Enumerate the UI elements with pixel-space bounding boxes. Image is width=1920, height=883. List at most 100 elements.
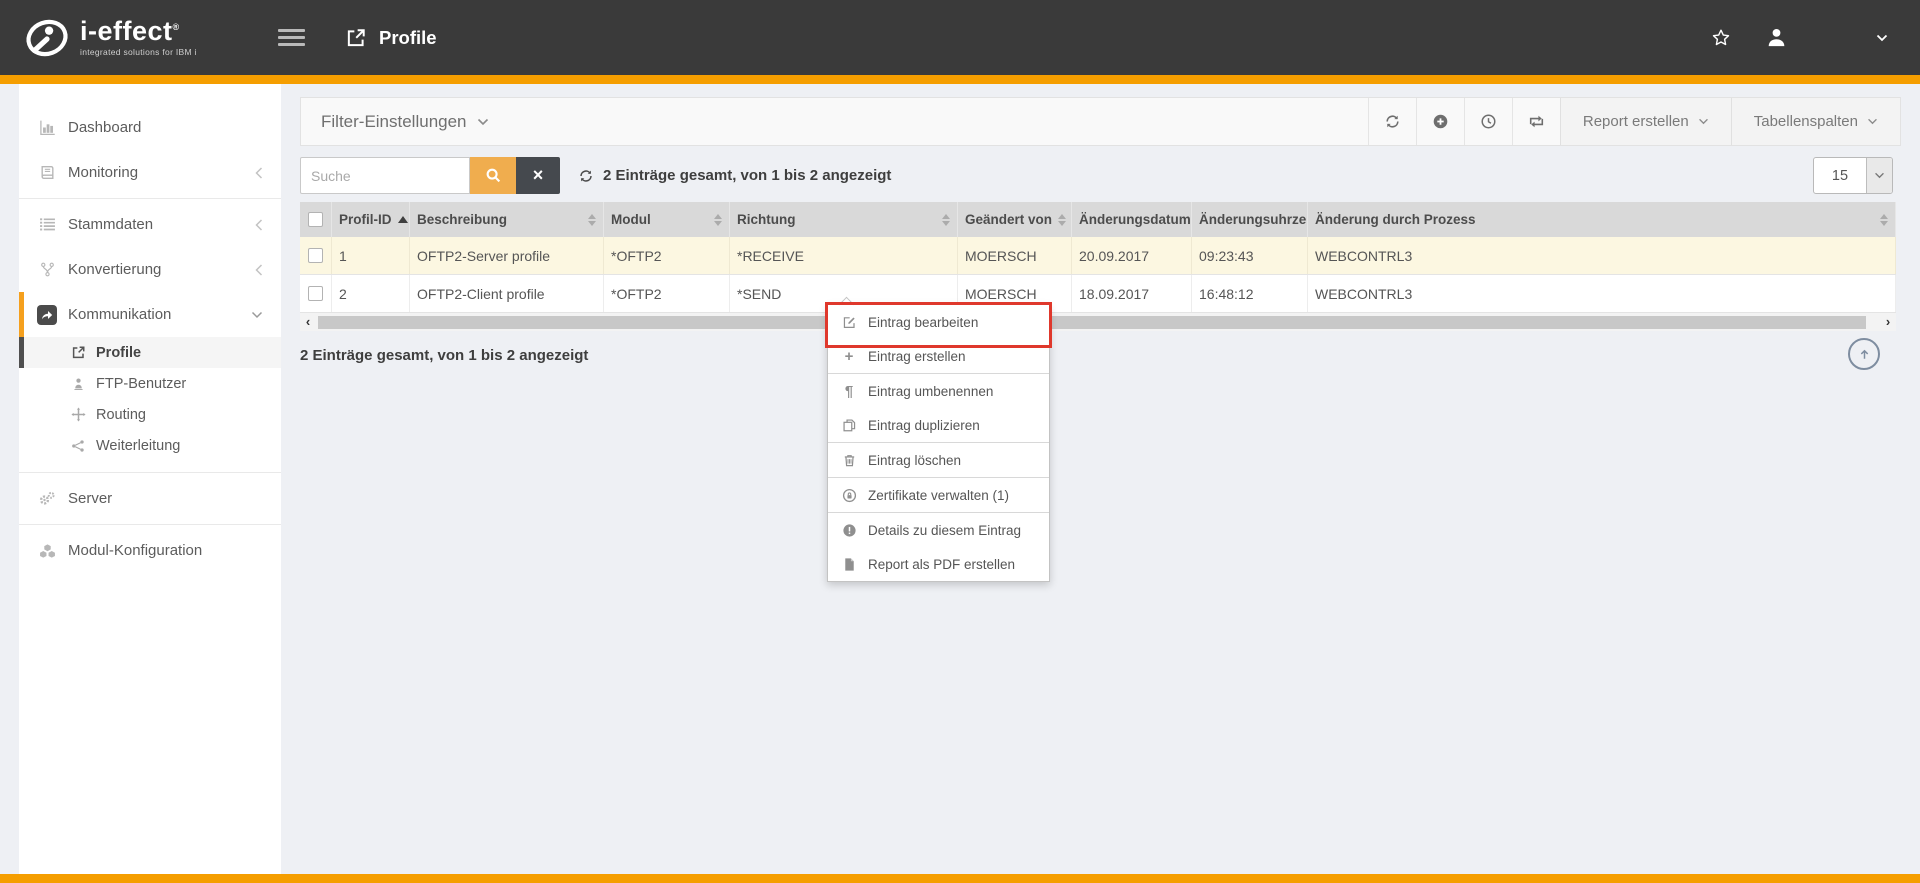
column-label: Änderungsuhrzeit <box>1199 212 1308 227</box>
context-menu-label: Eintrag duplizieren <box>868 418 980 433</box>
report-button-label: Report erstellen <box>1583 113 1689 130</box>
row-checkbox[interactable] <box>308 248 323 263</box>
share-square-icon <box>35 305 59 325</box>
cell-aenderung-durch-prozess: WEBCONTRL3 <box>1308 275 1896 312</box>
branch-icon <box>35 262 59 277</box>
sidebar-subitem-weiterleitung[interactable]: Weiterleitung <box>19 430 281 461</box>
pilcrow-icon: ¶ <box>840 383 858 400</box>
horizontal-scrollbar[interactable]: ‹ › <box>300 313 1896 331</box>
file-icon <box>840 557 858 572</box>
sidebar-item-dashboard[interactable]: Dashboard <box>19 105 281 150</box>
context-menu-item-zertifikate-verwalten[interactable]: Zertifikate verwalten (1) <box>828 478 1049 512</box>
search-clear-button[interactable]: × <box>516 157 560 194</box>
user-menu-button[interactable] <box>1765 26 1788 49</box>
cell-modul: *OFTP2 <box>604 237 730 274</box>
column-header-aenderung-durch-prozess[interactable]: Änderung durch Prozess <box>1308 202 1896 237</box>
filter-actions: Report erstellen Tabellenspalten <box>1368 98 1900 145</box>
scroll-left-button[interactable]: ‹ <box>300 313 316 331</box>
copy-icon <box>840 418 858 433</box>
sidebar-item-label: Kommunikation <box>68 306 171 323</box>
lock-circle-icon <box>840 488 858 503</box>
sort-icon <box>1058 214 1066 226</box>
column-header-geaendert-von[interactable]: Geändert von <box>958 202 1072 237</box>
scroll-right-button[interactable]: › <box>1880 313 1896 331</box>
header-dropdown-button[interactable] <box>1876 34 1888 42</box>
cell-aenderungsdatum: 20.09.2017 <box>1072 237 1192 274</box>
brand-swirl-icon <box>24 15 70 61</box>
cell-modul: *OFTP2 <box>604 275 730 312</box>
column-header-aenderungsdatum[interactable]: Änderungsdatum <box>1072 202 1192 237</box>
search-submit-button[interactable] <box>470 157 516 194</box>
sidebar-divider <box>19 472 281 473</box>
sidebar-item-modul-konfiguration[interactable]: Modul-Konfiguration <box>19 528 281 573</box>
sidebar-item-stammdaten[interactable]: Stammdaten <box>19 202 281 247</box>
column-label: Richtung <box>737 212 796 227</box>
column-label: Änderung durch Prozess <box>1315 212 1476 227</box>
top-header: i-effect® integrated solutions for IBM i… <box>0 0 1920 75</box>
cell-aenderungsuhrzeit: 16:48:12 <box>1192 275 1308 312</box>
history-button[interactable] <box>1464 98 1512 145</box>
filter-settings-dropdown[interactable]: Filter-Einstellungen <box>301 98 489 145</box>
table-columns-dropdown-button[interactable]: Tabellenspalten <box>1731 98 1900 145</box>
sidebar-item-label: Monitoring <box>68 164 138 181</box>
context-menu-item-eintrag-bearbeiten[interactable]: Eintrag bearbeiten <box>828 305 1049 339</box>
table-row[interactable]: 2 OFTP2-Client profile *OFTP2 *SEND MOER… <box>300 275 1896 313</box>
scrollbar-thumb[interactable] <box>318 316 1866 329</box>
sidebar-subitem-routing[interactable]: Routing <box>19 399 281 430</box>
sidebar: Dashboard Monitoring <box>19 84 281 874</box>
scroll-to-top-button[interactable] <box>1848 338 1880 370</box>
search-icon <box>485 167 502 184</box>
sidebar-item-konvertierung[interactable]: Konvertierung <box>19 247 281 292</box>
context-menu-label: Eintrag umbenennen <box>868 384 993 399</box>
repeat-button[interactable] <box>1512 98 1560 145</box>
context-menu-label: Eintrag löschen <box>868 453 961 468</box>
brand-name: i-effect <box>80 16 173 46</box>
chevron-down-icon <box>477 118 489 126</box>
retweet-icon <box>1527 114 1546 129</box>
context-menu-item-eintrag-erstellen[interactable]: + Eintrag erstellen <box>828 339 1049 373</box>
cell-profil-id: 2 <box>332 275 410 312</box>
sidebar-toggle-button[interactable] <box>278 25 305 50</box>
context-menu: Eintrag bearbeiten + Eintrag erstellen ¶… <box>827 304 1050 582</box>
context-menu-item-report-pdf[interactable]: Report als PDF erstellen <box>828 547 1049 581</box>
bar-chart-icon <box>35 119 59 136</box>
page-head: Profile <box>345 27 437 49</box>
column-header-beschreibung[interactable]: Beschreibung <box>410 202 604 237</box>
context-menu-item-eintrag-duplizieren[interactable]: Eintrag duplizieren <box>828 408 1049 442</box>
favorite-star-button[interactable] <box>1711 28 1731 48</box>
context-menu-item-eintrag-loeschen[interactable]: Eintrag löschen <box>828 443 1049 477</box>
sidebar-item-server[interactable]: Server <box>19 476 281 521</box>
add-entry-button[interactable] <box>1416 98 1464 145</box>
sidebar-subitem-label: Profile <box>96 345 141 361</box>
table-row[interactable]: 1 OFTP2-Server profile *OFTP2 *RECEIVE M… <box>300 237 1896 275</box>
gears-icon <box>35 491 59 507</box>
result-summary-text: 2 Einträge gesamt, von 1 bis 2 angezeigt <box>603 167 891 184</box>
brand-logo[interactable]: i-effect® integrated solutions for IBM i <box>0 15 264 61</box>
sidebar-item-monitoring[interactable]: Monitoring <box>19 150 281 195</box>
result-info: 2 Einträge gesamt, von 1 bis 2 angezeigt <box>578 167 891 184</box>
external-link-icon <box>345 27 367 49</box>
column-header-richtung[interactable]: Richtung <box>730 202 958 237</box>
search-input[interactable] <box>300 157 470 194</box>
row-checkbox[interactable] <box>308 286 323 301</box>
column-header-modul[interactable]: Modul <box>604 202 730 237</box>
column-header-profil-id[interactable]: Profil-ID <box>332 202 410 237</box>
refresh-icon[interactable] <box>578 168 594 184</box>
sidebar-item-kommunikation[interactable]: Kommunikation <box>19 292 281 337</box>
sidebar-divider <box>19 524 281 525</box>
context-menu-item-eintrag-umbenennen[interactable]: ¶ Eintrag umbenennen <box>828 374 1049 408</box>
columns-button-label: Tabellenspalten <box>1754 113 1858 130</box>
sidebar-divider <box>19 198 281 199</box>
cell-aenderungsuhrzeit: 09:23:43 <box>1192 237 1308 274</box>
chevron-down-icon <box>251 311 263 319</box>
column-header-aenderungsuhrzeit[interactable]: Änderungsuhrzeit <box>1192 202 1308 237</box>
column-label: Geändert von <box>965 212 1052 227</box>
page-size-select[interactable]: 15 <box>1813 157 1893 194</box>
context-menu-item-details[interactable]: Details zu diesem Eintrag <box>828 513 1049 547</box>
select-all-checkbox[interactable] <box>308 212 323 227</box>
refresh-button[interactable] <box>1368 98 1416 145</box>
report-dropdown-button[interactable]: Report erstellen <box>1560 98 1731 145</box>
chevron-down-icon <box>1876 34 1888 42</box>
sidebar-subitem-ftp-benutzer[interactable]: FTP-Benutzer <box>19 368 281 399</box>
sidebar-subitem-profile[interactable]: Profile <box>19 337 281 368</box>
